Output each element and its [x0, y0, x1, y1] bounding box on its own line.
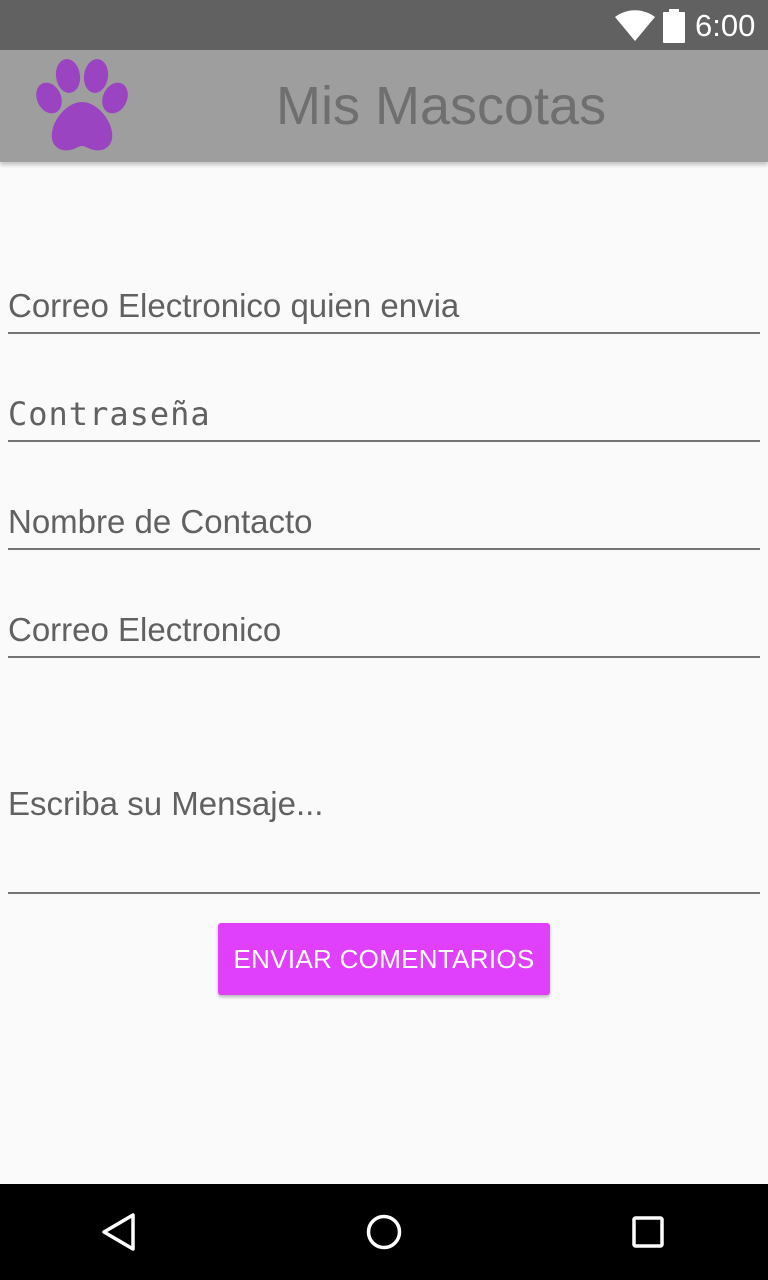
send-comments-button[interactable]: ENVIAR COMENTARIOS — [218, 923, 550, 995]
navigation-bar — [0, 1184, 768, 1280]
battery-icon — [663, 9, 685, 43]
home-icon[interactable] — [360, 1208, 408, 1256]
contact-name-field[interactable] — [8, 496, 760, 550]
sender-email-field[interactable] — [8, 280, 760, 334]
back-icon[interactable] — [96, 1208, 144, 1256]
message-field[interactable] — [8, 770, 760, 894]
contact-screen: 6:00 Mis Mascotas ENVIAR COMENTARIOS — [0, 0, 768, 1280]
app-title: Mis Mascotas — [276, 76, 607, 136]
recents-icon[interactable] — [624, 1208, 672, 1256]
password-field[interactable] — [8, 388, 760, 442]
contact-email-field[interactable] — [8, 604, 760, 658]
status-time: 6:00 — [695, 8, 756, 43]
status-bar: 6:00 — [0, 0, 768, 50]
paw-icon — [36, 59, 128, 151]
app-bar: Mis Mascotas — [0, 50, 768, 162]
wifi-icon — [615, 10, 655, 41]
